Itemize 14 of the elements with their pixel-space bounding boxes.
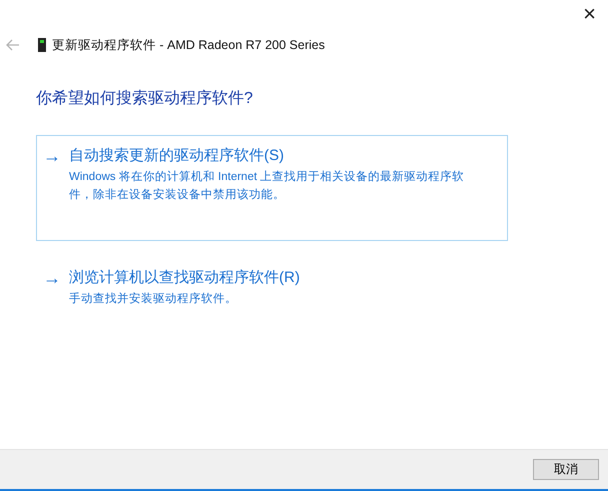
option-link[interactable]: → 自动搜索更新的驱动程序软件(S) Windows 将在你的计算机和 Internet 上查找用于相关设备的最新驱动程序软件，除非在设备安装设备中禁用该功能。 xyxy=(36,135,508,241)
option-title[interactable]: 自动搜索更新的驱动程序软件(S) xyxy=(69,146,474,166)
back-arrow-icon[interactable] xyxy=(6,39,20,51)
option-title[interactable]: 浏览计算机以查找驱动程序软件(R) xyxy=(69,268,474,288)
option-description: 手动查找并安装驱动程序软件。 xyxy=(69,291,238,307)
cancel-button[interactable]: 取消 xyxy=(533,459,599,480)
device-icon xyxy=(38,38,46,52)
window-title: 更新驱动程序软件 - AMD Radeon R7 200 Series xyxy=(52,36,325,54)
page-heading: 你希望如何搜索驱动程序软件? xyxy=(36,88,254,109)
arrow-icon: → xyxy=(43,268,61,308)
option-description: Windows 将在你的计算机和 Internet 上查找用于相关设备的最新驱动程序软件，除非在设备安装设备中禁用该功能。 xyxy=(69,169,466,203)
option-link[interactable]: → 浏览计算机以查找驱动程序软件(R) 手动查找并安装驱动程序软件。 xyxy=(36,257,508,319)
arrow-icon: → xyxy=(43,146,61,230)
close-button[interactable]: × xyxy=(579,2,600,26)
